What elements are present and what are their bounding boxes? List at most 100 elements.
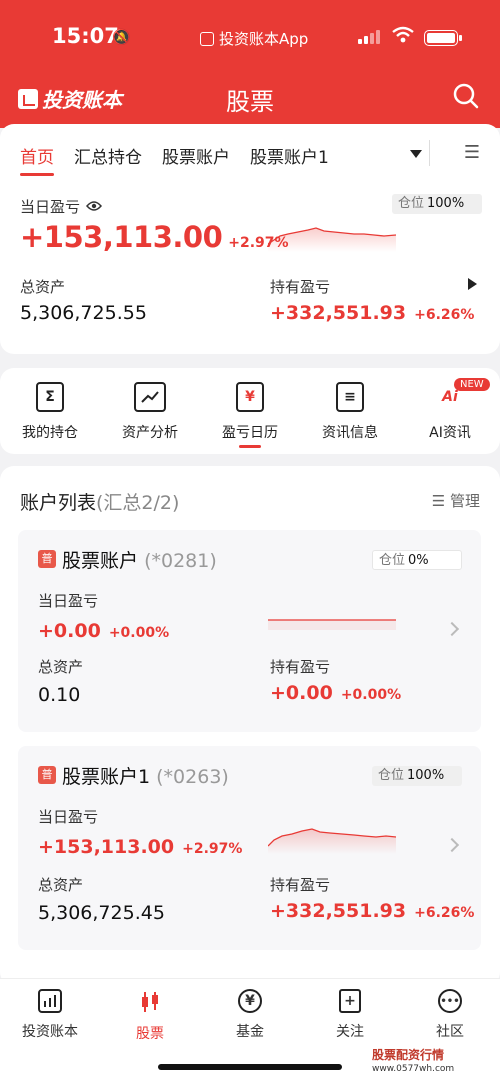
account-card[interactable]: 普 股票账户1 (*0263) 仓位 100% 当日盈亏 +153,113.00 … (18, 746, 481, 950)
nav-label: 社区 (436, 1024, 464, 1040)
assets-label: 总资产 (38, 876, 84, 894)
divider (429, 140, 430, 166)
new-badge: NEW (454, 378, 490, 391)
chevron-right-icon (444, 837, 460, 853)
account-code: (*0263) (156, 766, 229, 788)
chart-icon (134, 382, 166, 412)
account-name-text: 股票账户 (62, 550, 139, 572)
today-pnl-value: +153,113.00 (38, 836, 175, 858)
accounts-subtitle: (汇总2/2) (96, 492, 180, 514)
position-label: 仓位 (379, 553, 406, 568)
today-pnl-value: +153,113.00 (20, 220, 223, 254)
menu-icon[interactable]: ☰ (464, 142, 480, 163)
play-arrow-icon[interactable] (468, 278, 477, 290)
tab-home[interactable]: 首页 (20, 143, 54, 176)
holding-pnl-label: 持有盈亏 (270, 876, 331, 894)
position-badge: 仓位 100% (392, 194, 482, 214)
today-pnl: +153,113.00 +2.97% (20, 220, 289, 254)
page-title: 股票 (226, 88, 274, 116)
shortcut-label: 资产分析 (122, 425, 178, 441)
shortcut-label: AI资讯 (429, 425, 471, 441)
list-icon: ☰ (431, 492, 446, 510)
calendar-underline (239, 445, 261, 448)
position-value: 0% (408, 553, 429, 568)
today-pnl-label: 当日盈亏 (38, 808, 99, 826)
nav-stocks[interactable]: 股票 (100, 989, 200, 1043)
total-assets-label: 总资产 (20, 278, 66, 296)
shortcut-label: 我的持仓 (22, 425, 78, 441)
nav-investment-ledger[interactable]: 投资账本 (0, 989, 100, 1043)
bookmark-plus-icon: + (339, 989, 361, 1013)
nav-funds[interactable]: ¥ 基金 (200, 989, 300, 1043)
holding-pnl: +332,551.93 +6.26% (270, 900, 474, 922)
nav-watchlist[interactable]: + 关注 (300, 989, 400, 1043)
holding-pnl-value: +332,551.93 (270, 900, 407, 922)
shortcut-news-info[interactable]: ≡ 资讯信息 (300, 382, 400, 448)
shortcut-my-holdings[interactable]: Σ 我的持仓 (0, 382, 100, 448)
watermark: 股票配资行情 www.0577wh.com (372, 1048, 492, 1076)
status-app-name: 投资账本App (219, 30, 309, 48)
sigma-icon: Σ (36, 382, 64, 412)
chevron-right-icon (444, 621, 460, 637)
dropdown-triangle-icon[interactable] (410, 150, 422, 158)
tab-stock-account-1[interactable]: 股票账户1 (250, 143, 329, 168)
bar-chart-icon (38, 989, 62, 1013)
summary-card: 首页 汇总持仓 股票账户 股票账户1 ☰ 当日盈亏 仓位 100% +153,11… (0, 124, 500, 354)
account-code: (*0281) (144, 550, 217, 572)
manage-button[interactable]: ☰ 管理 (432, 490, 480, 511)
shortcut-label: 盈亏日历 (222, 425, 278, 441)
holding-pnl-label: 持有盈亏 (270, 658, 331, 676)
tab-summary-holdings[interactable]: 汇总持仓 (74, 143, 142, 168)
nav-community[interactable]: ••• 社区 (400, 989, 500, 1043)
today-pnl-pct: +2.97% (182, 841, 243, 857)
total-assets-value: 5,306,725.55 (20, 302, 147, 324)
search-icon[interactable] (452, 82, 480, 110)
shortcuts-card: Σ 我的持仓 资产分析 ¥ 盈亏日历 ≡ 资讯信息 NEW Ai AI资讯 (0, 368, 500, 454)
accounts-title: 账户列表(汇总2/2) (20, 488, 179, 515)
holding-pnl-pct: +6.26% (414, 905, 475, 921)
assets-value: 0.10 (38, 684, 81, 706)
shortcut-label: 资讯信息 (322, 425, 378, 441)
position-value: 100% (427, 196, 465, 211)
chat-bubble-icon: ••• (438, 989, 462, 1013)
holding-pnl: +332,551.93 +6.26% (270, 302, 474, 324)
account-name: 股票账户1 (*0263) (62, 762, 229, 789)
today-pnl-label: 当日盈亏 (20, 198, 81, 216)
today-pnl-label: 当日盈亏 (38, 592, 99, 610)
today-pnl-value: +0.00 (38, 620, 101, 642)
eye-icon[interactable] (86, 198, 103, 216)
account-type-badge: 普 (38, 550, 56, 568)
tab-stock-account[interactable]: 股票账户 (162, 143, 230, 168)
assets-value: 5,306,725.45 (38, 902, 165, 924)
document-icon: ≡ (336, 382, 364, 412)
nav-label: 投资账本 (22, 1024, 78, 1040)
holding-pnl: +0.00 +0.00% (270, 682, 401, 704)
account-card[interactable]: 普 股票账户 (*0281) 仓位 0% 当日盈亏 +0.00 +0.00% 总资… (18, 530, 481, 732)
position-label: 仓位 (378, 768, 405, 783)
account-type-badge: 普 (38, 766, 56, 784)
watermark-title: 股票配资行情 (372, 1048, 445, 1062)
battery-icon (424, 30, 462, 46)
holding-pnl-value: +332,551.93 (270, 302, 407, 324)
holding-pnl-value: +0.00 (270, 682, 333, 704)
intraday-sparkline (268, 828, 396, 854)
shortcut-ai-news[interactable]: NEW Ai AI资讯 (400, 378, 500, 448)
intraday-sparkline (268, 619, 396, 630)
account-name-text: 股票账户1 (62, 766, 151, 788)
position-value: 100% (407, 768, 445, 783)
today-pnl-pct: +0.00% (108, 625, 170, 641)
accounts-title-text: 账户列表 (20, 492, 97, 514)
holding-pnl-pct: +6.26% (414, 307, 475, 323)
shortcut-pnl-calendar[interactable]: ¥ 盈亏日历 (200, 382, 300, 448)
watermark-url: www.0577wh.com (372, 1064, 455, 1074)
account-tabs: 首页 汇总持仓 股票账户 股票账户1 ☰ (20, 140, 480, 176)
position-badge: 仓位 100% (372, 766, 462, 786)
today-pnl: +0.00 +0.00% (38, 620, 169, 642)
status-bar: 15:07 🔕 投资账本App (0, 22, 500, 54)
candlestick-icon (137, 989, 163, 1015)
nav-label: 关注 (336, 1024, 364, 1040)
home-indicator (158, 1064, 342, 1070)
shortcut-asset-analysis[interactable]: 资产分析 (100, 382, 200, 448)
manage-label: 管理 (449, 492, 480, 510)
status-time: 15:07 (52, 24, 119, 48)
